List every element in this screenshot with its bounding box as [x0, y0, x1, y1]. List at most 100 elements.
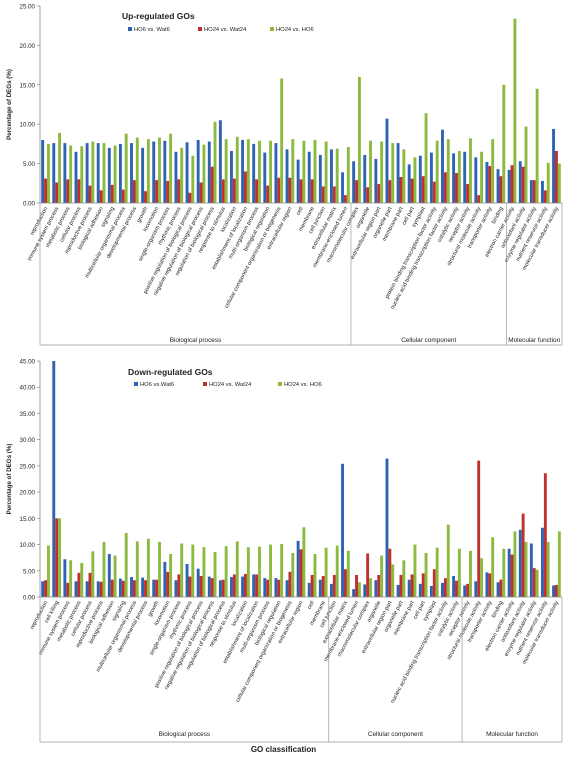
bar-ho24-vs-wat24-developmental-process: [132, 180, 136, 203]
bar-ho24-vs-wat24-nutrient-reservoir-activity: [543, 190, 547, 203]
figure-canvas: 0.00 5.00 10.00 15.00 20.00 25.00 Percentage o…: [6, 4, 563, 754]
y-tick-label: 15.00: [20, 82, 36, 89]
bar-ho6-vs-wat6-biological-regulation: [274, 578, 278, 597]
legend-swatch-ho6-vs-wat6: [134, 382, 138, 386]
bar-ho6-vs-wat6-cellular-process: [85, 581, 89, 597]
bar-ho24-vs-ho6-biological-adhesion: [102, 143, 106, 203]
bar-ho6-vs-wat6-cellular-component-organization-or-biogenesis: [285, 580, 289, 597]
bar-ho24-vs-ho6-nutrient-reservoir-activity: [546, 541, 550, 597]
bar-ho24-vs-ho6-multi-organism-process: [258, 140, 261, 203]
bar-ho24-vs-wat24-growth: [155, 579, 159, 597]
legend-swatch-ho24-vs-ho6: [278, 382, 282, 386]
y-tick-label: 15.00: [20, 516, 36, 523]
group-label-biological-process: Biological process: [170, 337, 222, 344]
bar-ho24-vs-wat24-biological-adhesion: [99, 190, 103, 203]
bar-ho24-vs-ho6-receptor-activity: [469, 138, 472, 203]
bar-ho6-vs-wat6-biological-adhesion: [107, 554, 111, 597]
bar-ho24-vs-wat24-cell: [310, 574, 314, 597]
bar-ho24-vs-wat24-reproduction: [44, 580, 47, 597]
bar-ho24-vs-ho6-growth: [146, 139, 150, 203]
bar-ho24-vs-ho6-membrane: [313, 139, 317, 203]
bar-ho24-vs-ho6-macromolecular-complex: [357, 76, 361, 203]
bar-ho24-vs-ho6-cellular-component-organization-or-biogenesis: [280, 78, 284, 203]
bar-ho24-vs-wat24-metabolic-process: [66, 179, 70, 203]
bar-ho24-vs-ho6-regulation-of-biological-process: [224, 546, 228, 597]
bar-ho24-vs-wat24-cellular-component-organization-or-biogenesis: [277, 177, 281, 203]
bar-ho24-vs-ho6-localization: [246, 547, 250, 597]
bar-ho6-vs-wat6-signaling: [107, 147, 111, 203]
bar-ho24-vs-wat24-rhythmic-process: [188, 576, 192, 597]
bar-ho6-vs-wat6-locomotion: [152, 141, 156, 203]
bar-ho6-vs-wat6-developmental-process: [130, 143, 133, 203]
group-label-cellular-component: Cellular component: [368, 731, 423, 738]
bar-ho6-vs-wat6-membrane-enclosed-lumen: [341, 172, 344, 203]
bar-ho6-vs-wat6-multicellular-organismal-process: [118, 143, 122, 203]
bar-ho6-vs-wat6-electron-carrier-activity: [507, 169, 511, 203]
bar-ho6-vs-wat6-growth: [141, 147, 145, 203]
bar-ho24-vs-wat24-electron-carrier-activity: [510, 554, 514, 597]
bar-ho6-vs-wat6-antioxidant-activity: [518, 529, 522, 597]
group-label-molecular-function: Molecular function: [508, 337, 560, 344]
figure-x-axis-title: GO classification: [251, 745, 316, 754]
bar-ho24-vs-ho6-negative-regulation-of-biological-process: [213, 551, 217, 597]
bar-ho6-vs-wat6-single-organism-process: [163, 140, 167, 203]
bar-ho24-vs-ho6-enzyme-regulator-activity: [535, 88, 539, 203]
bar-ho6-vs-wat6-transporter-activity: [485, 572, 489, 597]
bar-ho6-vs-wat6-rhythmic-process: [174, 151, 178, 203]
bar-ho24-vs-ho6-organelle: [369, 140, 372, 203]
bar-ho6-vs-wat6-catalytic-activity: [452, 153, 456, 203]
bar-ho24-vs-ho6-nucleic-acid-binding-transcription-factor-activity: [446, 524, 450, 597]
bar-ho24-vs-ho6-metabolic-process: [69, 145, 73, 203]
bar-ho6-vs-wat6-immune-system-process: [63, 559, 67, 597]
bar-ho6-vs-wat6-establishment-of-localization: [252, 574, 256, 597]
bar-ho6-vs-wat6-reproduction: [41, 581, 45, 597]
bar-ho24-vs-ho6-multicellular-organismal-process: [124, 133, 128, 203]
bar-ho24-vs-ho6-catalytic-activity: [457, 150, 461, 203]
bar-ho24-vs-ho6-enzyme-regulator-activity: [535, 569, 539, 597]
bar-ho24-vs-ho6-electron-carrier-activity: [513, 18, 517, 203]
y-tick-label: 20.00: [20, 43, 36, 50]
bar-ho24-vs-wat24-regulation-of-biological-process: [221, 579, 225, 597]
bar-ho6-vs-wat6-biological-adhesion: [96, 143, 100, 203]
legend-swatch-ho24-vs-ho6: [270, 27, 274, 31]
bar-ho24-vs-ho6-extracellular-region-part: [380, 141, 384, 203]
bar-ho24-vs-ho6-establishment-of-localization: [246, 139, 250, 203]
bar-ho24-vs-ho6-positive-regulation-of-biological-process: [191, 155, 195, 203]
bar-ho24-vs-ho6-extracellular-region-part: [391, 564, 395, 597]
group-label-molecular-function: Molecular function: [486, 731, 538, 738]
bar-ho6-vs-wat6-binding: [496, 582, 500, 597]
bar-ho24-vs-wat24-biological-adhesion: [110, 579, 114, 597]
bar-ho24-vs-wat24-cell-part: [421, 573, 425, 597]
y-tick-label: 5.00: [23, 161, 36, 168]
bar-ho6-vs-wat6-multi-organism-process: [252, 143, 256, 203]
bar-ho24-vs-wat24-locomotion: [155, 180, 159, 203]
legend-label-ho6-vs-wat6: HO6 vs. Wat6: [134, 27, 170, 33]
bar-ho24-vs-ho6-antioxidant-activity: [524, 541, 528, 597]
bar-ho24-vs-ho6-locomotion: [158, 137, 161, 203]
bar-ho24-vs-ho6-transporter-activity: [491, 537, 495, 597]
bar-ho6-vs-wat6-extracellular-matrix: [329, 149, 333, 203]
bar-ho24-vs-wat24-immune-system-process: [55, 182, 59, 203]
bar-ho24-vs-wat24-organelle-part: [399, 574, 403, 597]
bar-ho24-vs-wat24-membrane-enclosed-lumen: [355, 574, 358, 597]
bar-ho6-vs-wat6-receptor-activity: [463, 585, 467, 597]
bar-ho6-vs-wat6-organelle-part: [396, 584, 400, 597]
bar-ho24-vs-ho6-reproductive-process: [91, 141, 95, 203]
bar-ho6-vs-wat6-metabolic-process: [74, 581, 78, 597]
bar-ho24-vs-ho6-catalytic-activity: [457, 548, 461, 597]
bar-ho24-vs-ho6-cellular-process: [91, 551, 95, 597]
bar-ho6-vs-wat6-cellular-component-organization-or-biogenesis: [274, 143, 278, 203]
bar-ho6-vs-wat6-transporter-activity: [485, 162, 489, 203]
bar-ho6-vs-wat6-organelle-part: [385, 118, 389, 203]
legend-swatch-ho6-vs-wat6: [128, 27, 132, 31]
bar-ho6-vs-wat6-cell-part: [407, 164, 411, 203]
y-tick-label: 20.00: [20, 490, 36, 497]
bar-ho24-vs-ho6-reproduction: [47, 143, 50, 203]
bar-ho24-vs-ho6-electron-carrier-activity: [513, 531, 517, 597]
bar-ho24-vs-wat24-negative-regulation-of-biological-process: [210, 578, 214, 597]
bar-ho24-vs-wat24-nucleic-acid-binding-transcription-factor-activity: [443, 578, 447, 597]
bar-ho6-vs-wat6-signaling: [118, 578, 122, 597]
bar-ho24-vs-ho6-growth: [158, 541, 161, 597]
bar-ho24-vs-wat24-extracellular-matrix: [332, 186, 336, 203]
bar-ho6-vs-wat6-cell: [296, 159, 300, 203]
